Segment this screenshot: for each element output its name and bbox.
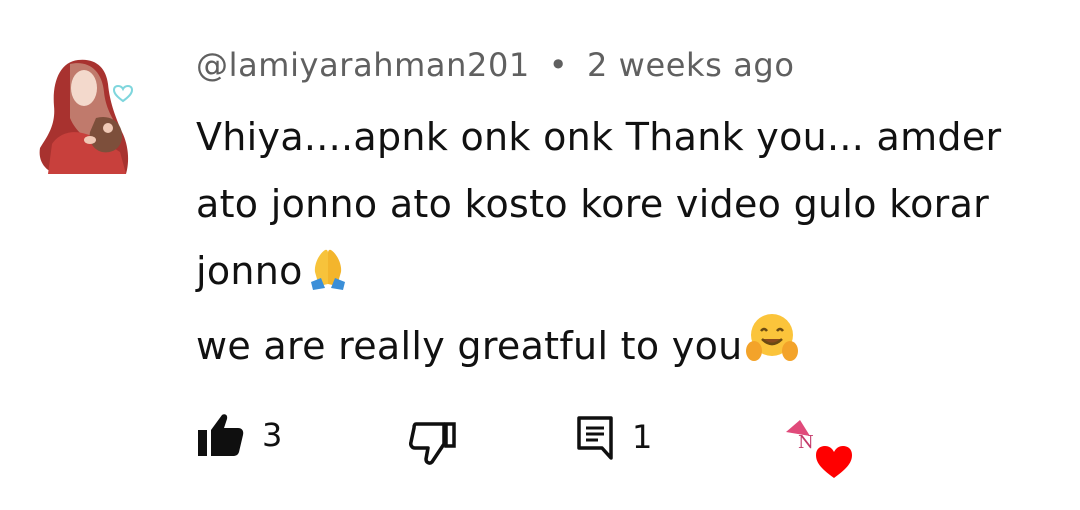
hugging-face-emoji xyxy=(745,311,799,386)
like-button[interactable]: 3 xyxy=(196,412,282,458)
comment-header: @lamiyarahman201 • 2 weeks ago xyxy=(196,46,795,84)
comment-icon xyxy=(577,416,613,460)
separator-dot: • xyxy=(548,46,569,84)
comment-text: Vhiya....apnk onk onk Thank you... amder… xyxy=(196,104,1076,386)
thumbs-down-icon xyxy=(409,422,456,465)
creator-heart-badge[interactable]: N xyxy=(784,418,856,480)
author-handle[interactable]: @lamiyarahman201 xyxy=(196,46,530,84)
thumbs-up-icon xyxy=(198,414,244,456)
reply-button[interactable]: 1 xyxy=(576,414,652,460)
comment-line-4: we are really greatful to you xyxy=(196,311,1076,386)
comment-line-3: jonno xyxy=(196,238,1076,311)
like-count: 3 xyxy=(262,416,283,454)
small-heart-icon xyxy=(112,84,134,103)
author-avatar[interactable] xyxy=(30,48,140,176)
creator-heart-icon: N xyxy=(786,420,852,478)
reply-count: 1 xyxy=(632,418,653,456)
dislike-button[interactable] xyxy=(408,420,458,466)
comment-timestamp[interactable]: 2 weeks ago xyxy=(587,46,795,84)
creator-initial: N xyxy=(798,432,814,453)
comment-actions: 3 1 xyxy=(0,412,1080,482)
comment-line-2: ato jonno ato kosto kore video gulo kora… xyxy=(196,182,990,226)
folded-hands-emoji xyxy=(305,244,351,311)
comment-line-1: Vhiya....apnk onk onk Thank you... amder xyxy=(196,115,1002,159)
